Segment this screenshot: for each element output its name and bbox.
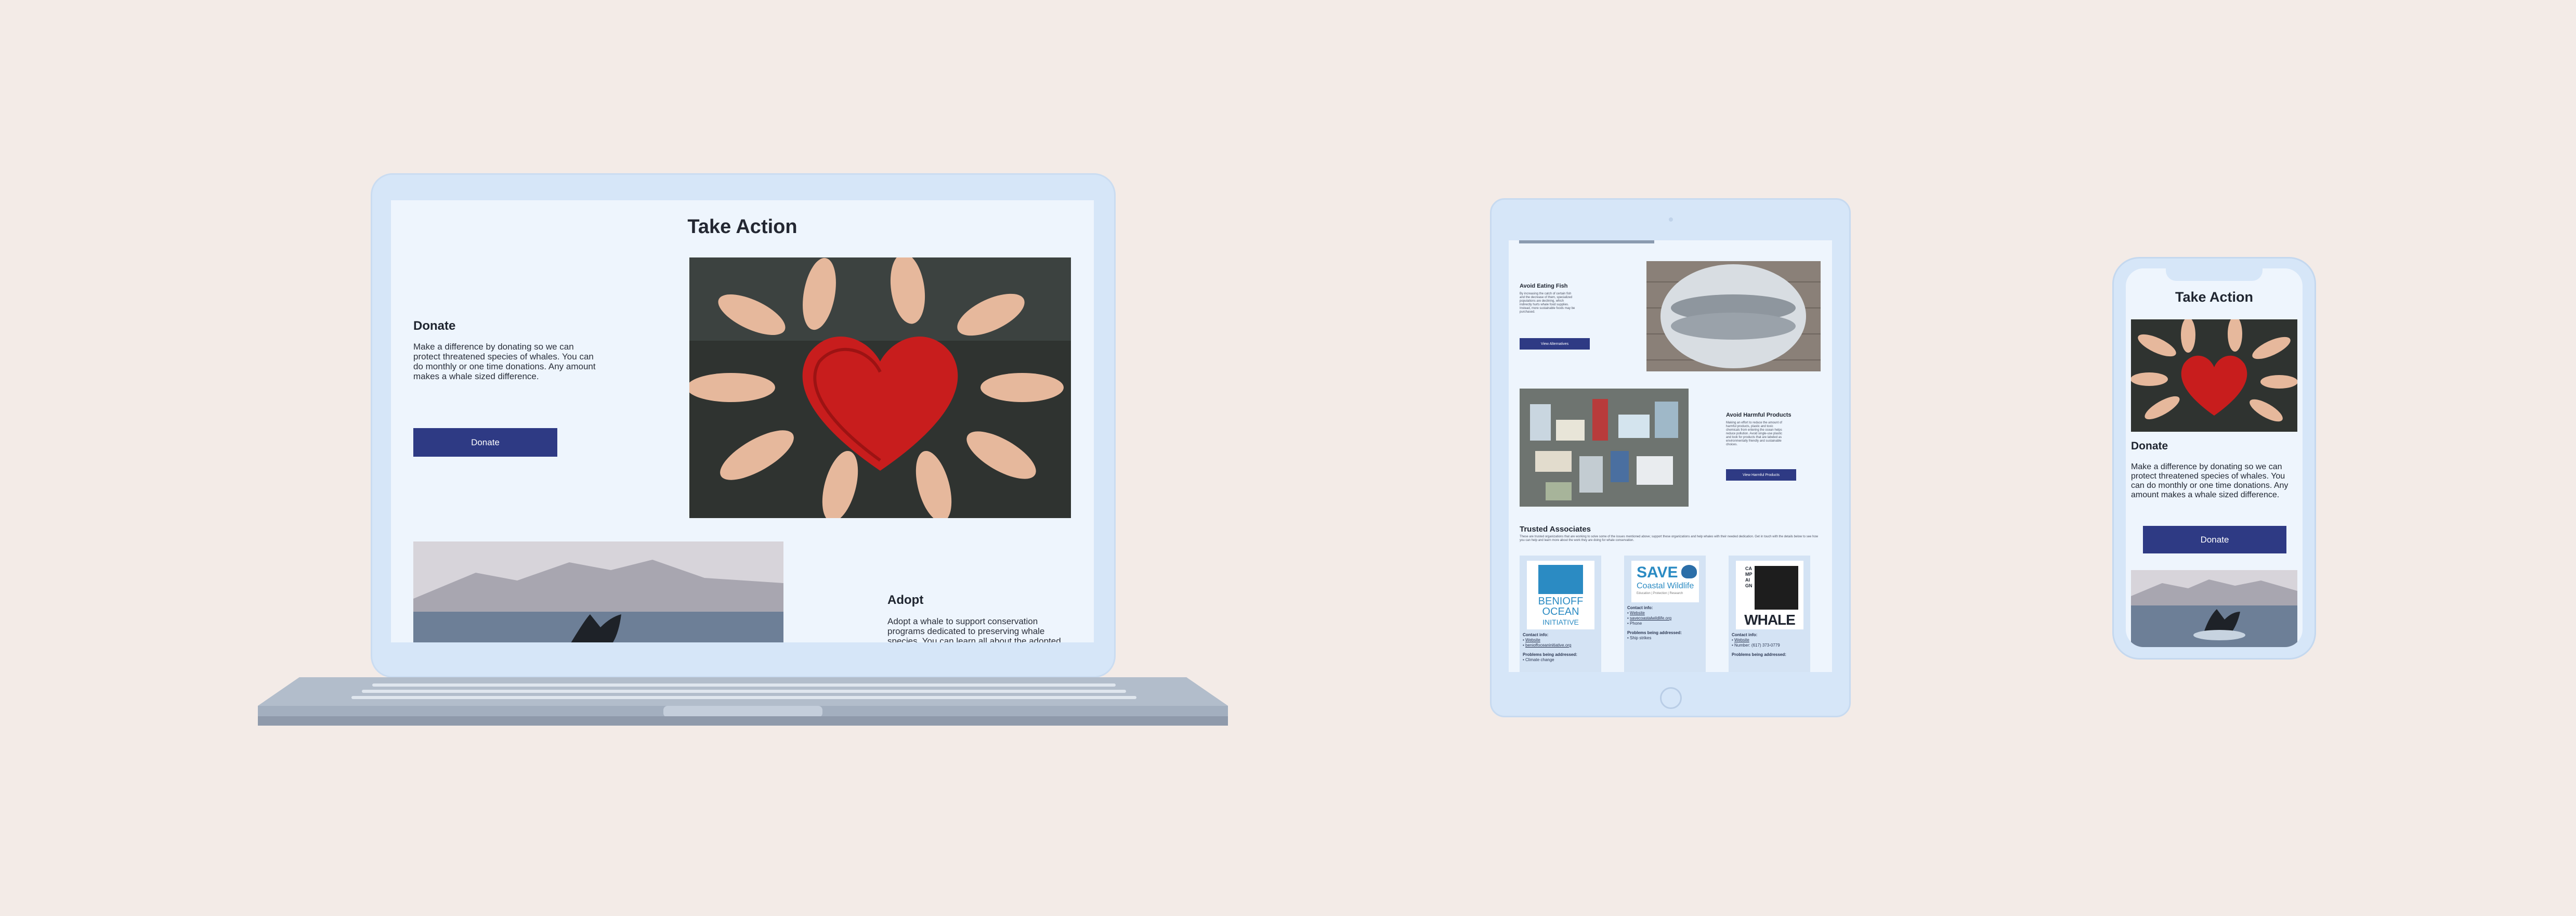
whale-image [2131, 570, 2297, 647]
logo-line: OCEAN [1542, 606, 1579, 617]
website-link[interactable]: Website [1525, 638, 1540, 642]
logo-line: INITIATIVE [1542, 618, 1579, 626]
view-alternatives-button[interactable]: View Alternatives [1520, 338, 1590, 350]
logo-line: Coastal Wildlife [1637, 582, 1694, 590]
donate-text: Make a difference by donating so we can … [2131, 462, 2289, 499]
hands-heart-image [689, 257, 1071, 518]
fish-heading: Avoid Eating Fish [1520, 283, 1568, 289]
fish-text: By increasing the catch of certain fish … [1520, 292, 1575, 314]
benioff-logo-text: BENIOFF OCEAN INITIATIVE [1527, 596, 1594, 627]
hands-heart-image [2131, 319, 2297, 432]
products-text: Making an effort to reduce the amount of… [1726, 421, 1782, 446]
page-title: Take Action [2175, 289, 2254, 305]
save-coastal-logo: SAVE Coastal Wildlife Education | Protec… [1631, 561, 1699, 602]
associates-heading: Trusted Associates [1520, 525, 1591, 534]
phone-notch [2166, 265, 2263, 281]
problems-label: Problems being addressed: [1732, 652, 1786, 657]
card-info: Contact info: • Website • savecoastalwil… [1627, 605, 1682, 640]
contact-label: Contact info: [1523, 633, 1549, 637]
page-title: Take Action [687, 216, 797, 238]
associate-card-campaign-whale: CAMPAIGN WHALE Contact info: • Website •… [1729, 556, 1810, 672]
benioff-logo: BENIOFF OCEAN INITIATIVE [1527, 561, 1594, 629]
whale-image [413, 541, 783, 642]
image-edge [1519, 240, 1654, 243]
whale-illustration [1755, 566, 1798, 610]
laptop-keyboard-base [258, 677, 1228, 726]
logo-line: CAMPAIGN [1745, 566, 1753, 588]
donate-button[interactable]: Donate [413, 428, 557, 457]
view-harmful-products-button[interactable]: View Harmful Products [1726, 469, 1796, 481]
logo-line: WHALE [1744, 612, 1796, 628]
associate-card-save-coastal: SAVE Coastal Wildlife Education | Protec… [1624, 556, 1706, 672]
phone-item: Number: (617) 373-0779 [1734, 643, 1780, 648]
adopt-text: Adopt a whale to support conservation pr… [887, 616, 1061, 642]
contact-label: Contact info: [1732, 633, 1758, 637]
donate-text: Make a difference by donating so we can … [413, 342, 596, 381]
contact-label: Contact info: [1627, 605, 1653, 610]
website-link[interactable]: Website [1734, 638, 1749, 642]
tablet-screen: Avoid Eating Fish By increasing the catc… [1509, 240, 1832, 672]
fish-plate-image [1646, 261, 1821, 371]
associate-card-benioff: BENIOFF OCEAN INITIATIVE Contact info: •… [1520, 556, 1601, 672]
contact-link[interactable]: benioffoceaninitiative.org [1525, 643, 1571, 648]
logo-line: SAVE [1637, 564, 1678, 581]
problem-item: Climate change [1525, 657, 1554, 662]
donate-button[interactable]: Donate [2143, 526, 2286, 553]
problem-item: Ship strikes [1630, 636, 1652, 640]
products-heading: Avoid Harmful Products [1726, 412, 1792, 418]
website-link[interactable]: Website [1630, 611, 1645, 615]
phone-item: Phone [1630, 621, 1642, 626]
phone-screen: Take Action Donate Make a difference by … [2126, 268, 2303, 647]
laptop-screen: Take Action Donate Make a difference by … [391, 200, 1094, 642]
logo-line: BENIOFF [1538, 596, 1584, 607]
card-info: Contact info: • Website • benioffoceanin… [1523, 633, 1577, 662]
logo-line: Education | Protection | Research [1637, 592, 1683, 595]
whale-tail-icon [1681, 565, 1697, 578]
contact-link[interactable]: savecoastalwildlife.org [1630, 616, 1671, 621]
problems-label: Problems being addressed: [1523, 652, 1577, 657]
tablet-home-button[interactable] [1660, 687, 1682, 709]
adopt-heading: Adopt [887, 593, 924, 607]
associates-text: These are trusted organizations that are… [1520, 535, 1819, 542]
donate-heading: Donate [2131, 440, 2168, 452]
plastic-waste-image [1520, 389, 1689, 507]
campaign-whale-logo: CAMPAIGN WHALE [1736, 561, 1803, 629]
card-info: Contact info: • Website • Number: (617) … [1732, 633, 1786, 657]
problems-label: Problems being addressed: [1627, 630, 1682, 635]
donate-heading: Donate [413, 319, 456, 333]
benioff-logo-mark [1538, 565, 1583, 594]
tablet-camera [1669, 217, 1673, 222]
